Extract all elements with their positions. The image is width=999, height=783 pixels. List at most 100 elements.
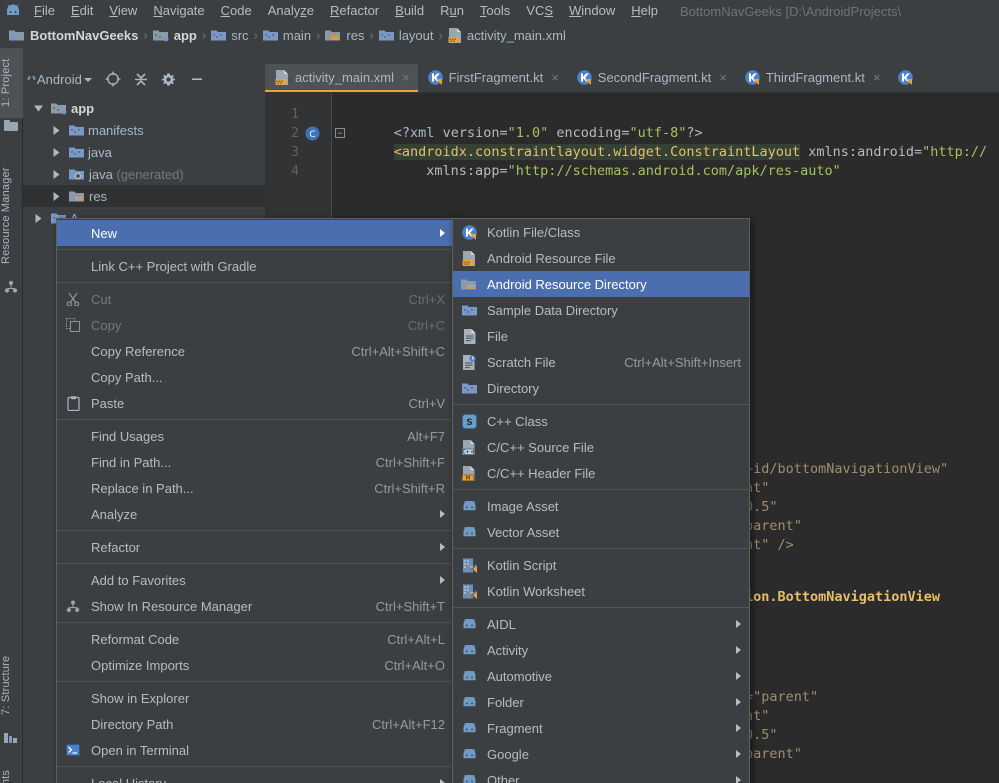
new-submenu[interactable]: Kotlin File/ClassAndroid Resource FileAn… [452,218,750,783]
chevron-down-icon[interactable] [84,72,92,86]
submenu-item-automotive[interactable]: Automotive [453,663,749,689]
context-menu-item-show-in-resource-manager[interactable]: Show In Resource ManagerCtrl+Shift+T [57,593,455,619]
breadcrumb-item-layout[interactable]: layout [376,24,437,46]
context-menu-item-show-in-explorer[interactable]: Show in Explorer [57,685,455,711]
folder-generated-icon [69,168,85,181]
tree-toggle-icon[interactable] [47,192,65,201]
context-menu-item-directory-path[interactable]: Directory PathCtrl+Alt+F12 [57,711,455,737]
sidebar-item-project[interactable]: 1: Project [0,48,23,118]
android-icon [459,772,479,783]
context-menu-item-open-in-terminal[interactable]: Open in Terminal [57,737,455,763]
menu-item-tools[interactable]: Tools [472,0,518,22]
locate-icon[interactable] [100,67,126,91]
breadcrumb-item-activity-main-xml[interactable]: activity_main.xml [445,24,569,46]
gear-icon[interactable] [156,67,182,91]
tree-node-java--generated-[interactable]: java (generated) [23,163,265,185]
context-menu-item-copy-path---[interactable]: Copy Path... [57,364,455,390]
context-menu-item-copy[interactable]: CopyCtrl+C [57,312,455,338]
sidebar-item-variants[interactable]: Variants [0,754,23,783]
menu-item-run[interactable]: Run [432,0,472,22]
submenu-item-c-c---source-file[interactable]: C++C/C++ Source File [453,434,749,460]
submenu-item-kotlin-worksheet[interactable]: Kotlin Worksheet [453,578,749,604]
tree-toggle-icon[interactable] [29,214,47,223]
tree-node-manifests[interactable]: manifests [23,119,265,141]
chevron-right-icon [736,698,741,706]
submenu-item-c---class[interactable]: SC++ Class [453,408,749,434]
close-icon[interactable]: × [873,70,881,85]
close-icon[interactable]: × [551,70,559,85]
tree-toggle-icon[interactable] [47,148,65,157]
editor-tab-extra[interactable] [888,64,921,92]
close-icon[interactable]: × [402,70,410,85]
submenu-item-android-resource-file[interactable]: Android Resource File [453,245,749,271]
collapse-all-icon[interactable] [128,67,154,91]
context-menu-item-find-usages[interactable]: Find UsagesAlt+F7 [57,423,455,449]
tree-toggle-icon[interactable] [29,105,47,112]
close-icon[interactable]: × [719,70,727,85]
menu-item-code[interactable]: Code [213,0,260,22]
menu-item-navigate[interactable]: Navigate [145,0,212,22]
context-menu-item-paste[interactable]: PasteCtrl+V [57,390,455,416]
context-menu-item-find-in-path---[interactable]: Find in Path...Ctrl+Shift+F [57,449,455,475]
tree-node-java[interactable]: java [23,141,265,163]
context-menu-item-analyze[interactable]: Analyze [57,501,455,527]
submenu-item-vector-asset[interactable]: Vector Asset [453,519,749,545]
tree-node-app[interactable]: app [23,97,265,119]
menu-item-edit[interactable]: Edit [63,0,101,22]
menu-item-build[interactable]: Build [387,0,432,22]
menu-item-icon-empty [63,572,83,588]
breadcrumb-item-main[interactable]: main [260,24,314,46]
tree-toggle-icon[interactable] [47,126,65,135]
xml-file-icon [462,251,476,266]
minimize-icon[interactable] [184,67,210,91]
menu-item-refactor[interactable]: Refactor [322,0,387,22]
submenu-item-aidl[interactable]: AIDL [453,611,749,637]
tree-toggle-icon[interactable] [47,170,65,179]
breadcrumb-item-app[interactable]: app [150,24,200,46]
submenu-item-fragment[interactable]: Fragment [453,715,749,741]
context-menu-item-local-history[interactable]: Local History [57,770,455,783]
context-menu-item-refactor[interactable]: Refactor [57,534,455,560]
tree-node-res[interactable]: res [23,185,265,207]
submenu-item-kotlin-file-class[interactable]: Kotlin File/Class [453,219,749,245]
breadcrumb-item-bottomnavgeeks[interactable]: BottomNavGeeks [6,24,141,46]
editor-tab-secondfragment-kt[interactable]: SecondFragment.kt× [567,64,735,92]
project-view-selector-label[interactable]: Android [37,72,82,87]
context-menu-item-link-c---project-with-gradle[interactable]: Link C++ Project with Gradle [57,253,455,279]
context-menu-item-cut[interactable]: CutCtrl+X [57,286,455,312]
sidebar-item-structure[interactable]: 7: Structure [0,641,23,729]
submenu-item-kotlin-script[interactable]: Kotlin Script [453,552,749,578]
submenu-item-sample-data-directory[interactable]: Sample Data Directory [453,297,749,323]
menu-item-analyze[interactable]: Analyze [260,0,322,22]
submenu-item-folder[interactable]: Folder [453,689,749,715]
sidebar-item-resource-manager[interactable]: Resource Manager [0,156,23,276]
menu-item-view[interactable]: View [101,0,145,22]
submenu-item-c-c---header-file[interactable]: HC/C++ Header File [453,460,749,486]
menu-item-help[interactable]: Help [623,0,666,22]
submenu-item-file[interactable]: File [453,323,749,349]
breadcrumb-item-src[interactable]: src [208,24,251,46]
editor-tab-activity-main-xml[interactable]: activity_main.xml× [265,64,418,92]
submenu-item-other[interactable]: Other [453,767,749,783]
context-menu-item-optimize-imports[interactable]: Optimize ImportsCtrl+Alt+O [57,652,455,678]
context-menu-item-replace-in-path---[interactable]: Replace in Path...Ctrl+Shift+R [57,475,455,501]
editor-tab-firstfragment-kt[interactable]: FirstFragment.kt× [418,64,567,92]
submenu-item-android-resource-directory[interactable]: Android Resource Directory [453,271,749,297]
submenu-item-image-asset[interactable]: Image Asset [453,493,749,519]
menu-item-window[interactable]: Window [561,0,623,22]
context-menu[interactable]: New Link C++ Project with Gradle CutCtrl+X… [56,218,456,783]
context-menu-item-copy-reference[interactable]: Copy ReferenceCtrl+Alt+Shift+C [57,338,455,364]
submenu-item-google[interactable]: Google [453,741,749,767]
submenu-item-directory[interactable]: Directory [453,375,749,401]
breadcrumb-item-res[interactable]: res [322,24,367,46]
code-fold-icon[interactable]: − [335,128,345,138]
menu-item-vcs[interactable]: VCS [518,0,561,22]
submenu-item-scratch-file[interactable]: Scratch FileCtrl+Alt+Shift+Insert [453,349,749,375]
context-menu-item-new[interactable]: New [57,220,455,246]
submenu-item-activity[interactable]: Activity [453,637,749,663]
editor-tab-thirdfragment-kt[interactable]: ThirdFragment.kt× [735,64,889,92]
class-marker-icon[interactable]: C [305,126,320,141]
menu-item-file[interactable]: File [26,0,63,22]
context-menu-item-add-to-favorites[interactable]: Add to Favorites [57,567,455,593]
context-menu-item-reformat-code[interactable]: Reformat CodeCtrl+Alt+L [57,626,455,652]
